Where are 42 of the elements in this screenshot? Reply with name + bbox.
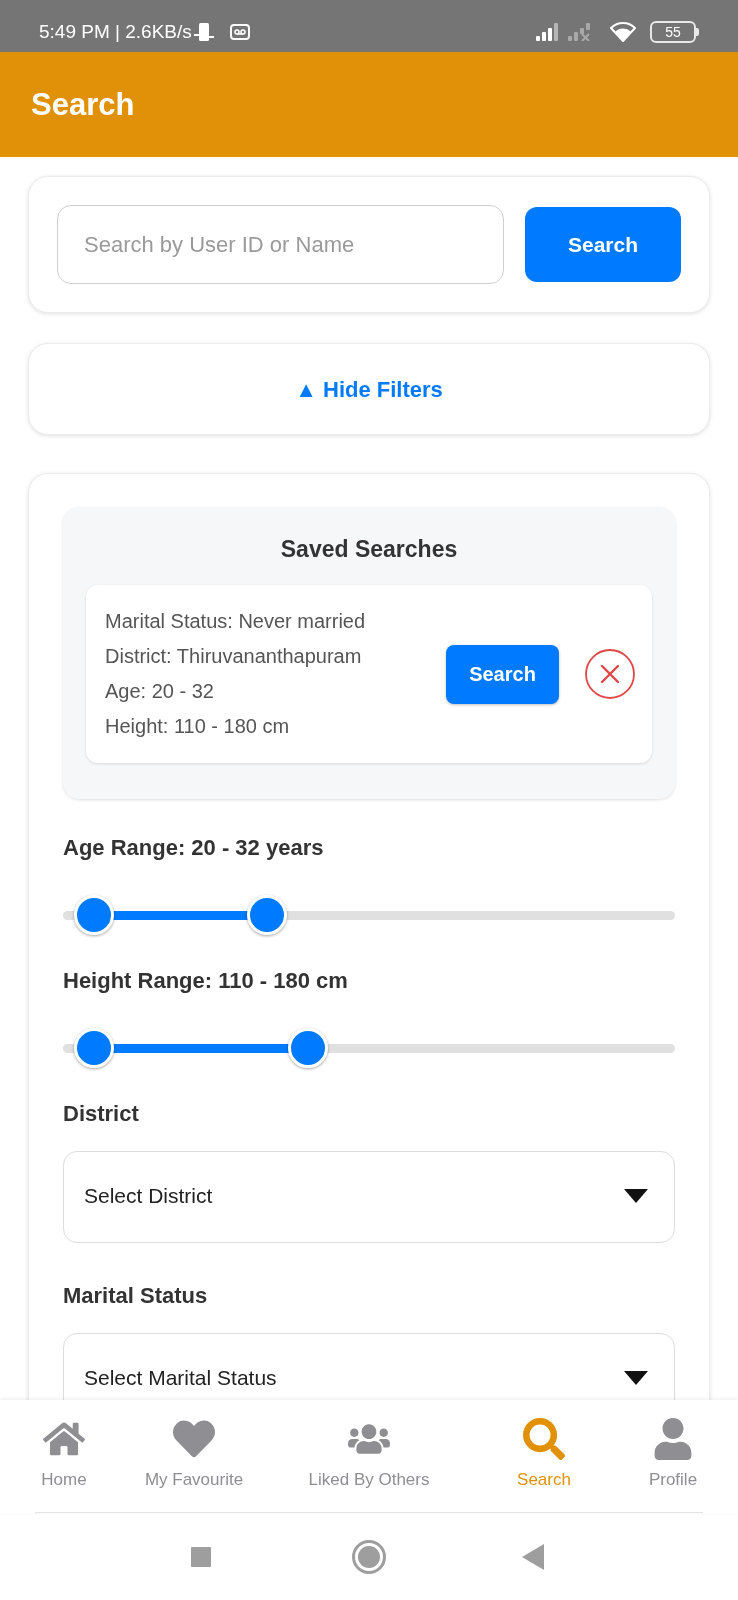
signal-icon [536,23,560,41]
saved-search-criteria: Height: 110 - 180 cm [105,714,291,739]
field-label: Marital Status [63,1282,209,1310]
dropdown-select[interactable]: Select Marital Status [63,1333,675,1400]
range-slider[interactable] [63,1028,675,1068]
heart-icon [173,1418,215,1460]
range-label: Age Range: 20 - 32 years [63,834,325,862]
search-button[interactable]: Search [446,644,559,704]
user-icon [652,1418,694,1460]
caret-down-icon [624,1189,648,1203]
dropdown-select[interactable]: Select District [63,1151,675,1243]
range-label: Height Range: 110 - 180 cm [63,967,349,995]
nav-tab[interactable]: Profile [624,1418,722,1491]
nav-tab[interactable]: Search [464,1418,624,1491]
wifi-icon [610,22,636,42]
search-input[interactable]: Search by User ID or Name [57,205,504,284]
circle-icon[interactable] [352,1539,386,1574]
slider-thumb[interactable] [287,1028,328,1068]
caret-down-icon [624,1371,648,1385]
triangle-icon[interactable] [522,1543,544,1570]
toggle-filters-button[interactable]: ▲ Hide Filters [28,343,710,435]
saved-search-criteria: Age: 20 - 32 [105,679,215,704]
voicemail-icon [229,24,250,40]
slider-thumb[interactable] [247,895,288,935]
nav-tab[interactable]: Home [14,1418,114,1491]
nav-tab[interactable]: Liked By Others [274,1418,464,1491]
section-title: Saved Searches [279,535,459,563]
battery-percent: 55 [665,24,681,40]
square-icon[interactable] [191,1546,211,1567]
search-icon [523,1418,565,1460]
slider-thumb[interactable] [73,895,114,935]
nav-tab[interactable]: My Favourite [114,1418,274,1491]
close-icon[interactable] [585,649,635,699]
slider-thumb[interactable] [73,1028,114,1068]
status-text: 5:49 PM | 2.6KB/s [39,20,192,44]
range-slider[interactable] [63,895,675,935]
saved-search-criteria: Marital Status: Never married [105,609,367,634]
search-button[interactable]: Search [525,207,681,282]
saved-search-criteria: District: Thiruvananthapuram [105,644,363,669]
phone-icon [193,22,214,42]
page-title: Search [31,86,135,123]
field-label: District [63,1100,140,1128]
